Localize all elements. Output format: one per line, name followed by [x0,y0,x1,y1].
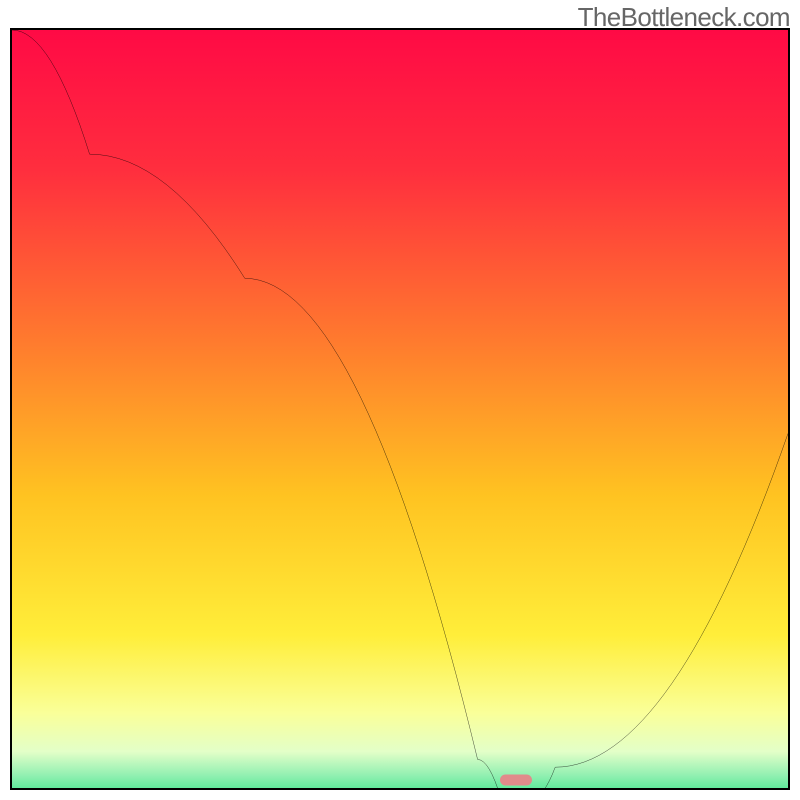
curve-layer [12,30,788,790]
bottleneck-chart: TheBottleneck.com [0,0,800,800]
bottleneck-curve [12,30,788,790]
plot-area [10,28,790,790]
watermark-text: TheBottleneck.com [578,2,790,33]
optimal-marker [500,775,532,786]
